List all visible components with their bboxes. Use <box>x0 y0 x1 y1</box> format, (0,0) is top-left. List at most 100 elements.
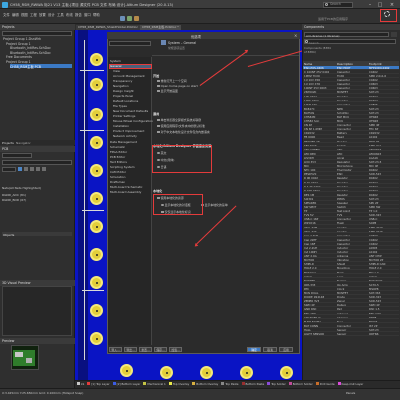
menu-tools[interactable]: 工具 <box>57 12 64 17</box>
pref-tree-draftsman[interactable]: Draftsman <box>110 180 125 184</box>
menu-view[interactable]: 视图 <box>21 12 28 17</box>
pref-tree-multiboard-assembly[interactable]: Multi-board Assembly <box>110 190 141 194</box>
pcb-pad[interactable] <box>90 220 103 233</box>
select-filter-icon[interactable] <box>36 167 40 171</box>
import-button[interactable]: 导入... <box>109 347 122 352</box>
pref-tree-navigation[interactable]: Navigation <box>113 84 129 88</box>
export-button[interactable]: 导出... <box>124 347 137 352</box>
checkbox[interactable] <box>157 84 160 88</box>
ok-button[interactable]: 确定 <box>247 347 261 352</box>
menu-project[interactable]: 工程 <box>30 12 37 17</box>
preferences-search-input[interactable] <box>109 41 151 46</box>
pref-tree-text-editors[interactable]: Text Editors <box>110 160 127 164</box>
net-row-2[interactable]: RGND_BOD (67) <box>2 198 26 202</box>
tab-projects[interactable]: Projects <box>2 141 14 145</box>
menu-right-label[interactable]: 适用于PCB的应用程序 <box>318 17 348 21</box>
clear-filter-icon[interactable] <box>24 167 28 171</box>
pref-tree-pcb-editor[interactable]: PCB Editor <box>110 155 125 159</box>
pref-tree-product-improvement[interactable]: Product Improvement <box>113 129 144 133</box>
pcb-pad[interactable] <box>120 364 133 377</box>
dialog-close-button[interactable]: × <box>294 33 297 38</box>
pcb-pad[interactable] <box>90 248 103 261</box>
menu-route[interactable]: 布线 <box>66 12 73 17</box>
pref-tree-system[interactable]: System <box>110 59 121 63</box>
pref-tree-file-types[interactable]: File Types <box>113 104 127 108</box>
panels-button[interactable]: Panels <box>346 391 355 395</box>
open-icon[interactable] <box>120 16 125 21</box>
close-button[interactable]: × <box>388 2 396 8</box>
net-row-1[interactable]: RGND_ADC (81) <box>2 193 26 197</box>
pref-tree-data-management[interactable]: Data Management <box>110 140 137 144</box>
pcb-pad[interactable] <box>90 136 103 149</box>
save-icon[interactable] <box>127 16 132 21</box>
component-row[interactable]: LIGHT SENSOR Sensor ODFN6 <box>303 332 399 336</box>
minimize-button[interactable]: – <box>366 2 374 8</box>
layer-tab[interactable]: Bottom Solder <box>288 382 313 386</box>
opt-general-1[interactable]: 单击浏览器全屏模式系统关联键 <box>157 118 201 122</box>
layer-tab[interactable]: Top Paste <box>221 382 239 386</box>
pcb-pad[interactable] <box>90 304 103 317</box>
pref-tree-account[interactable]: Account Management <box>113 74 145 78</box>
apply-button[interactable]: 应用 <box>279 347 293 352</box>
maximize-button[interactable]: □ <box>376 2 384 8</box>
doc-tab-main-pcb[interactable]: CH58_RSM主板.PcbDoc * <box>140 24 181 30</box>
pcb-pad[interactable] <box>90 78 103 91</box>
pref-tree-simulation[interactable]: Simulation <box>110 175 125 179</box>
opt-general-3[interactable]: 对于中文本地化设计文件包含内嵌语言 <box>157 130 210 134</box>
layer-tab[interactable]: [2] Bottom Layer <box>112 382 140 386</box>
layer-tab[interactable]: Keep-Out Layer <box>337 382 363 386</box>
components-search-input[interactable]: Search <box>304 39 396 45</box>
pref-tree-design-insight[interactable]: Design Insight <box>113 89 134 93</box>
opt-general-2[interactable]: 使用应用程序/文件夹中的默认标准 <box>157 124 205 128</box>
checkbox-checked[interactable] <box>157 79 160 83</box>
layer-tab[interactable]: Bottom Overlay <box>192 382 218 386</box>
pcb-filter-dropdown[interactable] <box>2 153 32 158</box>
pcb-mask-dropdown[interactable] <box>2 167 16 172</box>
pcb-pad[interactable] <box>90 276 103 289</box>
menu-help[interactable]: 帮助 <box>93 12 100 17</box>
layer-tab[interactable]: Mechanical 1 <box>143 382 166 386</box>
library-menu-icon[interactable] <box>391 32 397 37</box>
load-button[interactable]: 加载... <box>169 347 182 352</box>
pref-tree-scripting-system[interactable]: Scripting System <box>110 165 135 169</box>
menu-place[interactable]: 放置 <box>39 12 46 17</box>
checkbox-checked[interactable] <box>157 124 160 128</box>
pref-tree-schematic[interactable]: Schematic <box>110 145 125 149</box>
menu-edit[interactable]: 编辑 <box>12 12 19 17</box>
pcb-pad[interactable] <box>200 366 213 379</box>
pref-tree-mouse-wheel[interactable]: Mouse Wheel Configuration <box>113 119 153 123</box>
pcb-pad[interactable] <box>240 366 253 379</box>
pref-tree-view[interactable]: View <box>113 69 120 73</box>
pref-tree-fpga-editor[interactable]: FPGA Editor <box>110 150 127 154</box>
layer-tab[interactable]: [1] Top Layer <box>87 382 110 386</box>
opt-localized-menus[interactable]: 显示本地化的菜单 <box>201 203 228 207</box>
layer-tab[interactable]: Drill Guide <box>315 382 335 386</box>
menu-window[interactable]: 窗口 <box>84 12 91 17</box>
projects-search-input[interactable] <box>2 31 72 36</box>
pref-tree-cam-editor[interactable]: CAM Editor <box>110 170 126 174</box>
pcb-pad[interactable] <box>90 164 103 177</box>
pref-tree-projects-panel[interactable]: Projects Panel <box>113 94 133 98</box>
reset-button[interactable]: 重置... <box>139 347 152 352</box>
pcb-pad[interactable] <box>90 108 103 121</box>
pcb-pad[interactable] <box>280 366 293 379</box>
pref-tree-installation[interactable]: Installation <box>113 124 129 128</box>
checkbox[interactable] <box>157 130 160 134</box>
dim-filter-icon[interactable] <box>42 167 46 171</box>
save-button[interactable]: 保存... <box>154 347 167 352</box>
checkbox-checked[interactable] <box>157 89 160 93</box>
opt-reopen-last-workspace[interactable]: 重新打开上一个空间 <box>157 79 187 83</box>
menu-design[interactable]: 设计 <box>48 12 55 17</box>
pref-tree-transparency[interactable]: Transparency <box>113 79 132 83</box>
pcb-pad[interactable] <box>90 192 103 205</box>
tree-item-pcb-selected[interactable]: CH58_RSM主板 PCB <box>10 64 72 69</box>
zoom-filter-icon[interactable] <box>30 167 34 171</box>
layer-tab[interactable]: LS <box>77 382 84 386</box>
opt-open-home-page[interactable]: Open home page on start <box>157 84 198 88</box>
menu-reports[interactable]: 报告 <box>75 12 82 17</box>
layer-tab[interactable]: Top Overlay <box>168 382 189 386</box>
library-dropdown[interactable]: All Libraries (1 libraries) <box>304 32 389 38</box>
pref-tree-multiboard-schematic[interactable]: Multi-board Schematic <box>110 185 143 189</box>
tab-navigator[interactable]: Navigator <box>16 141 31 145</box>
doc-tab-shield[interactable]: CH58_RSM_RWWA_ShieldHolder.PcbDoc <box>76 24 140 30</box>
